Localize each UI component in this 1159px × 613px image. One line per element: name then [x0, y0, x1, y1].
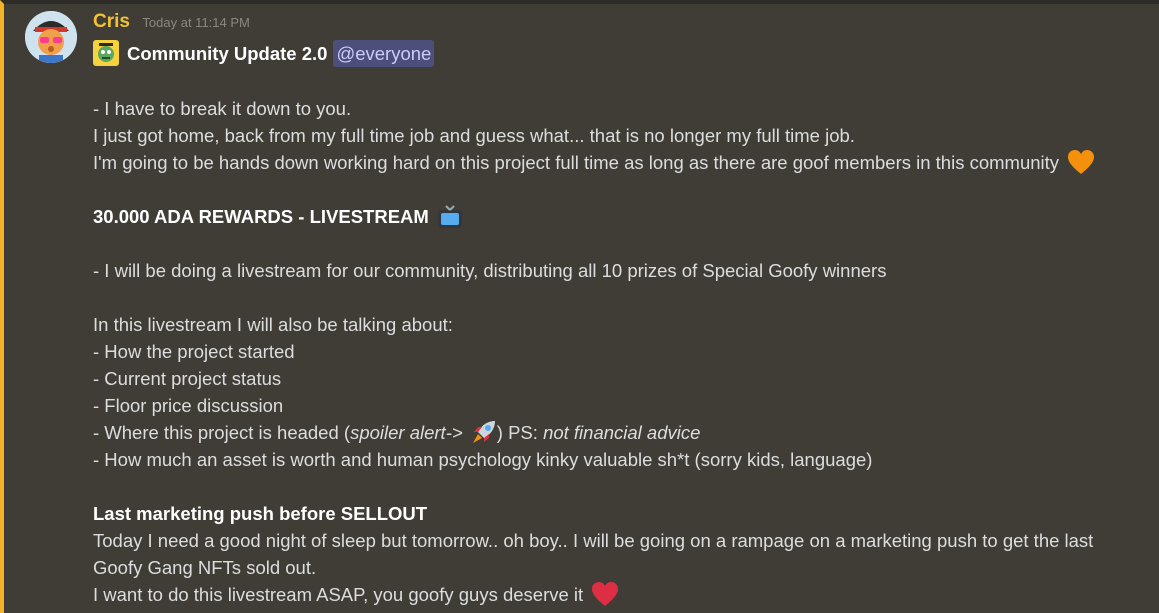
section-heading: Last marketing push before SELLOUT [93, 503, 428, 524]
orange-heart-icon [1067, 149, 1095, 182]
message-line-text: I'm going to be hands down working hard … [93, 152, 1060, 173]
message-line: - I have to break it down to you. [93, 98, 352, 119]
message-line: I'm going to be hands down working hard … [93, 149, 1143, 176]
message-line: I just got home, back from my full time … [93, 125, 855, 146]
user-avatar[interactable] [25, 11, 77, 63]
section-heading-line: 30.000 ADA REWARDS - LIVESTREAM [93, 203, 1143, 230]
avatar-icon [25, 11, 77, 63]
message-line: In this livestream I will also be talkin… [93, 314, 453, 335]
message-line: I want to do this livestream ASAP, you g… [93, 581, 1143, 608]
message-line-text: I want to do this livestream ASAP, you g… [93, 584, 584, 605]
message-line: Today I need a good night of sleep but t… [93, 530, 1094, 551]
message-line: - I will be doing a livestream for our c… [93, 260, 887, 281]
message-content: Community Update 2.0 @everyone - I have … [93, 38, 1143, 608]
message-header: Cris Today at 11:14 PM [93, 11, 250, 33]
everyone-mention[interactable]: @everyone [333, 39, 435, 67]
spoiler-alert-text: spoiler alert-> [350, 422, 463, 443]
chat-message: Cris Today at 11:14 PM Community Update … [0, 0, 1159, 613]
section-heading: 30.000 ADA REWARDS - LIVESTREAM [93, 206, 429, 227]
television-icon [437, 205, 463, 236]
list-item: - Current project status [93, 368, 282, 389]
announcement-title: Community Update 2.0 [127, 42, 328, 64]
list-item-text: ) PS: [496, 422, 538, 443]
list-item: - Where this project is headed (spoiler … [93, 419, 1143, 446]
announcement-title-row: Community Update 2.0 @everyone [93, 38, 1143, 68]
list-item: - How much an asset is worth and human p… [93, 449, 873, 470]
author-name[interactable]: Cris [93, 11, 130, 33]
message-line: Goofy Gang NFTs sold out. [93, 557, 317, 578]
list-item-text: - Where this project is headed ( [93, 422, 351, 443]
disclaimer-text: not financial advice [543, 422, 701, 443]
red-heart-icon [591, 581, 619, 613]
list-item: - Floor price discussion [93, 395, 284, 416]
list-item: - How the project started [93, 341, 295, 362]
message-timestamp: Today at 11:14 PM [142, 15, 250, 30]
goofy-custom-emoji-icon [93, 40, 119, 66]
